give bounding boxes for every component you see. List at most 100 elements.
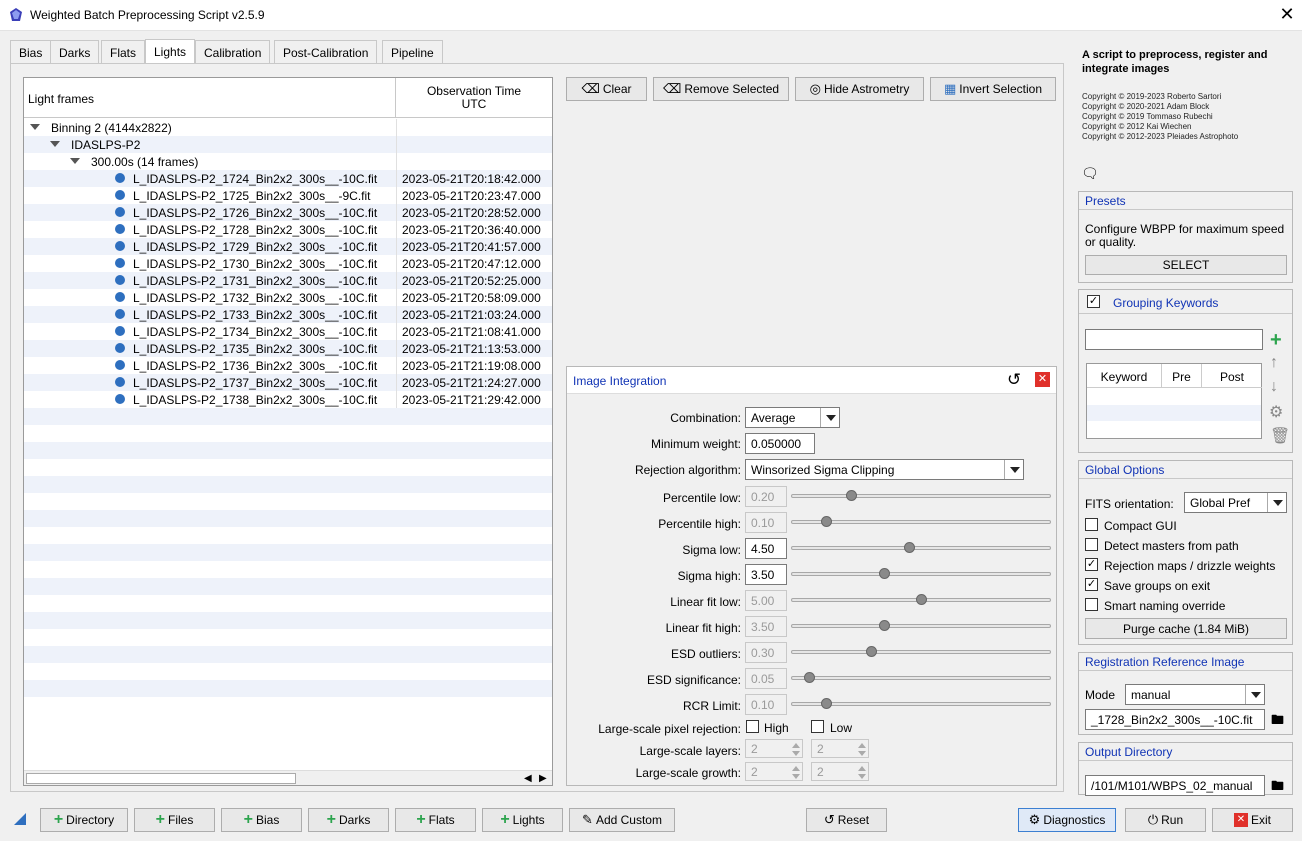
ls-layers-low-spinner[interactable]: 2: [811, 739, 869, 758]
table-row[interactable]: L_IDASLPS-P2_1738_Bin2x2_300s__-10C.fit 2…: [24, 391, 552, 408]
reference-file-input[interactable]: _1728_Bin2x2_300s__-10C.fit: [1085, 709, 1265, 730]
slider-handle[interactable]: [821, 516, 832, 527]
clear-button[interactable]: ⌫ Clear: [566, 77, 647, 101]
slider-handle[interactable]: [916, 594, 927, 605]
tab-lights[interactable]: Lights: [145, 39, 196, 64]
table-row[interactable]: L_IDASLPS-P2_1736_Bin2x2_300s__-10C.fit 2…: [24, 357, 552, 374]
table-row[interactable]: L_IDASLPS-P2_1731_Bin2x2_300s__-10C.fit 2…: [24, 272, 552, 289]
fits-orientation-select[interactable]: Global Pref: [1184, 492, 1287, 513]
tab-calibration[interactable]: Calibration: [195, 40, 271, 64]
expand-arrow-icon[interactable]: [50, 141, 60, 147]
scrollbar-thumb[interactable]: [26, 773, 296, 784]
ls-growth-high-spinner[interactable]: 2: [745, 762, 803, 781]
output-path-input[interactable]: /101/M101/WBPS_02_manual: [1085, 775, 1265, 796]
diagnostics-button[interactable]: ⚙ Diagnostics: [1018, 808, 1116, 832]
trash-icon[interactable]: 🗑: [1270, 426, 1290, 446]
ls-growth-low-spinner[interactable]: 2: [811, 762, 869, 781]
table-row[interactable]: [24, 408, 552, 425]
table-row[interactable]: L_IDASLPS-P2_1733_Bin2x2_300s__-10C.fit 2…: [24, 306, 552, 323]
arrow-up-icon[interactable]: ↑: [1270, 354, 1278, 372]
param-input[interactable]: 0.05: [745, 668, 787, 689]
mode-select[interactable]: manual: [1125, 684, 1265, 705]
add-keyword-icon[interactable]: +: [1270, 330, 1282, 350]
table-row[interactable]: [24, 595, 552, 612]
col-post[interactable]: Post: [1202, 364, 1262, 388]
table-row[interactable]: [24, 629, 552, 646]
gear-icon[interactable]: ⚙: [1269, 402, 1283, 422]
combination-select[interactable]: Average: [745, 407, 840, 428]
param-input[interactable]: 0.20: [745, 486, 787, 507]
reset-icon[interactable]: ↺: [1007, 370, 1021, 390]
horizontal-scrollbar[interactable]: ◀ ▶: [24, 770, 552, 785]
frame-status-icon[interactable]: [115, 360, 125, 370]
slider-handle[interactable]: [846, 490, 857, 501]
table-row[interactable]: [24, 527, 552, 544]
slider-handle[interactable]: [879, 568, 890, 579]
ls-layers-high-spinner[interactable]: 2: [745, 739, 803, 758]
frame-status-icon[interactable]: [115, 275, 125, 285]
param-input[interactable]: 3.50: [745, 564, 787, 585]
tab-post-calibration[interactable]: Post-Calibration: [274, 40, 378, 64]
tab-darks[interactable]: Darks: [50, 40, 100, 64]
param-input[interactable]: 5.00: [745, 590, 787, 611]
param-input[interactable]: 3.50: [745, 616, 787, 637]
add-bias-button[interactable]: + Bias: [221, 808, 302, 832]
param-slider[interactable]: [791, 676, 1051, 680]
col-observation-time[interactable]: Observation Time UTC: [396, 78, 552, 118]
col-keyword[interactable]: Keyword: [1087, 364, 1162, 388]
slider-handle[interactable]: [879, 620, 890, 631]
slider-handle[interactable]: [866, 646, 877, 657]
close-panel-icon[interactable]: ✕: [1035, 372, 1050, 387]
option-checkbox[interactable]: ✓: [1085, 578, 1098, 591]
add-directory-button[interactable]: + Directory: [40, 808, 128, 832]
table-row[interactable]: L_IDASLPS-P2_1734_Bin2x2_300s__-10C.fit 2…: [24, 323, 552, 340]
param-input[interactable]: 0.30: [745, 642, 787, 663]
table-row[interactable]: [24, 680, 552, 697]
table-row[interactable]: [24, 459, 552, 476]
param-slider[interactable]: [791, 624, 1051, 628]
slider-handle[interactable]: [904, 542, 915, 553]
expand-arrow-icon[interactable]: [70, 158, 80, 164]
param-input[interactable]: 0.10: [745, 694, 787, 715]
table-row[interactable]: [24, 612, 552, 629]
purge-cache-button[interactable]: Purge cache (1.84 MiB): [1085, 618, 1287, 639]
table-row[interactable]: 300.00s (14 frames): [24, 153, 552, 170]
table-row[interactable]: L_IDASLPS-P2_1725_Bin2x2_300s__-9C.fit 20…: [24, 187, 552, 204]
resize-corner-icon[interactable]: [14, 813, 26, 825]
add-lights-button[interactable]: + Lights: [482, 808, 563, 832]
table-row[interactable]: [24, 578, 552, 595]
param-input[interactable]: 0.10: [745, 512, 787, 533]
table-row[interactable]: Binning 2 (4144x2822): [24, 119, 552, 136]
param-slider[interactable]: [791, 572, 1051, 576]
table-row[interactable]: [24, 442, 552, 459]
table-row[interactable]: L_IDASLPS-P2_1730_Bin2x2_300s__-10C.fit 2…: [24, 255, 552, 272]
add-files-button[interactable]: + Files: [134, 808, 215, 832]
grouping-enabled-checkbox[interactable]: ✓: [1087, 295, 1100, 308]
slider-handle[interactable]: [821, 698, 832, 709]
option-checkbox[interactable]: [1085, 518, 1098, 531]
table-row[interactable]: [24, 476, 552, 493]
frame-status-icon[interactable]: [115, 241, 125, 251]
col-pre[interactable]: Pre: [1162, 364, 1202, 388]
add-darks-button[interactable]: + Darks: [308, 808, 389, 832]
tab-pipeline[interactable]: Pipeline: [382, 40, 443, 64]
expand-arrow-icon[interactable]: [30, 124, 40, 130]
comment-icon[interactable]: 🗨: [1081, 165, 1099, 182]
remove-selected-button[interactable]: ⌫ Remove Selected: [653, 77, 789, 101]
param-slider[interactable]: [791, 650, 1051, 654]
keyword-input[interactable]: [1085, 329, 1263, 350]
select-preset-button[interactable]: SELECT: [1085, 255, 1287, 275]
rejection-select[interactable]: Winsorized Sigma Clipping: [745, 459, 1024, 480]
reset-button[interactable]: ↺ Reset: [806, 808, 887, 832]
add-custom-button[interactable]: ✎ Add Custom: [569, 808, 675, 832]
frame-status-icon[interactable]: [115, 292, 125, 302]
slider-handle[interactable]: [804, 672, 815, 683]
frame-status-icon[interactable]: [115, 190, 125, 200]
exit-button[interactable]: ✕ Exit: [1212, 808, 1293, 832]
min-weight-input[interactable]: 0.050000: [745, 433, 815, 454]
table-row[interactable]: L_IDASLPS-P2_1728_Bin2x2_300s__-10C.fit 2…: [24, 221, 552, 238]
param-slider[interactable]: [791, 494, 1051, 498]
tab-bias[interactable]: Bias: [10, 40, 52, 64]
table-row[interactable]: L_IDASLPS-P2_1735_Bin2x2_300s__-10C.fit 2…: [24, 340, 552, 357]
folder-icon[interactable]: 🖿: [1271, 777, 1284, 799]
